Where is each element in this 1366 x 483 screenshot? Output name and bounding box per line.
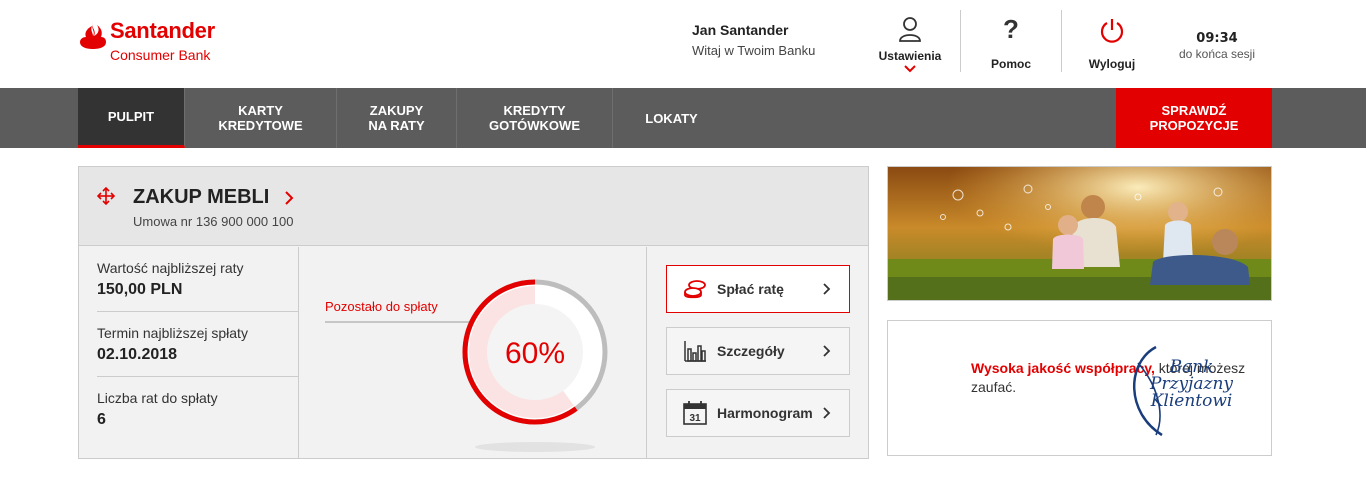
card-header: ZAKUP MEBLI Umowa nr 136 900 000 100 [79,167,868,246]
move-icon[interactable] [97,187,115,205]
session-timer: 09:34 do końca sesji [1172,31,1262,61]
family-promo-banner[interactable] [887,166,1272,301]
info-value: 6 [97,411,106,428]
info-row-remaining-count: Liczba rat do spłaty 6 [97,377,299,442]
flame-icon [80,22,106,49]
chevron-right-icon [823,407,831,419]
nav-label: PULPIT [107,109,155,124]
bank-award-banner[interactable]: Wysoka jakość współpracy, której możesz … [887,320,1272,456]
nav-item-zakupy-na-raty[interactable]: ZAKUPY NA RATY [337,88,457,148]
header-separator [1061,10,1062,72]
coins-icon [684,280,706,299]
product-card: ZAKUP MEBLI Umowa nr 136 900 000 100 War… [78,166,869,459]
settings-label: Ustawienia [878,49,942,63]
pay-installment-button[interactable]: Spłać ratę [666,265,850,313]
session-text: do końca sesji [1178,47,1256,61]
remaining-label: Pozostało do spłaty [325,299,438,314]
nav-item-karty-kredytowe[interactable]: KARTY KREDYTOWE [185,88,337,148]
chevron-right-icon [823,345,831,357]
nav-label: KARTY KREDYTOWE [218,103,303,133]
schedule-button[interactable]: 31 Harmonogram [666,389,850,437]
user-greeting: Witaj w Twoim Banku [692,43,816,58]
info-value: 02.10.2018 [97,346,178,363]
family-photo [888,167,1271,300]
top-header: Santander Consumer Bank Jan Santander Wi… [0,0,1366,88]
user-name: Jan Santander [692,22,789,38]
progress-ring: 60% [462,279,608,452]
help-label: Pomoc [990,57,1031,71]
chevron-right-icon [823,283,831,295]
info-row-due-date: Termin najbliższej spłaty 02.10.2018 [97,312,299,377]
card-title[interactable]: ZAKUP MEBLI [133,186,269,209]
action-label: Szczegóły [717,343,785,359]
progress-percent: 60% [505,337,565,370]
chevron-right-icon[interactable] [284,191,294,205]
help-button[interactable]: ? Pomoc [971,10,1051,72]
info-label: Liczba rat do spłaty [97,390,218,406]
settings-button[interactable]: Ustawienia [870,10,950,73]
info-label: Wartość najbliższej raty [97,260,244,276]
session-time: 09:34 [1196,31,1238,46]
nav-label: LOKATY [645,110,698,126]
nav-item-pulpit[interactable]: PULPIT [78,88,185,148]
check-offers-button[interactable]: SPRAWDŹ PROPOZYCJE [1116,88,1272,148]
calendar-icon: 31 [683,401,707,425]
info-value: 150,00 PLN [97,281,183,298]
nav-item-lokaty[interactable]: LOKATY [613,88,730,148]
brand-name: Santander [110,18,215,43]
remaining-progress: Pozostało do spłaty 60% [300,247,647,459]
logout-label: Wyloguj [1088,57,1136,71]
contract-number: Umowa nr 136 900 000 100 [133,214,294,229]
card-actions: Spłać ratę Szczegóły 31 Harmonogram [648,247,868,459]
chevron-down-icon [904,65,916,73]
header-separator [960,10,961,72]
nav-item-kredyty-gotowkowe[interactable]: KREDYTY GOTÓWKOWE [457,88,613,148]
action-label: Harmonogram [717,405,813,421]
question-icon: ? [1003,14,1019,44]
calendar-day: 31 [689,413,701,424]
info-row-next-installment: Wartość najbliższej raty 150,00 PLN [97,247,299,312]
bar-chart-icon [684,341,706,362]
santander-logo[interactable]: Santander [80,20,215,50]
main-nav: PULPIT KARTY KREDYTOWE ZAKUPY NA RATY KR… [0,88,1366,148]
user-info: Jan Santander Witaj w Twoim Banku [692,22,815,58]
details-button[interactable]: Szczegóły [666,327,850,375]
power-icon [1100,19,1124,43]
logout-button[interactable]: Wyloguj [1072,10,1152,72]
info-label: Termin najbliższej spłaty [97,325,248,341]
nav-label: ZAKUPY NA RATY [368,103,425,133]
cta-label: SPRAWDŹ PROPOZYCJE [1149,103,1239,133]
installment-info: Wartość najbliższej raty 150,00 PLN Term… [79,247,299,459]
nav-label: KREDYTY GOTÓWKOWE [489,103,580,133]
action-label: Spłać ratę [717,281,784,297]
user-icon [899,17,921,42]
logo-line: Klientowi [1150,391,1233,411]
bank-friendly-logo-text: Bank Przyjazny Klientowi [1150,359,1233,410]
brand-subname: Consumer Bank [110,47,211,63]
